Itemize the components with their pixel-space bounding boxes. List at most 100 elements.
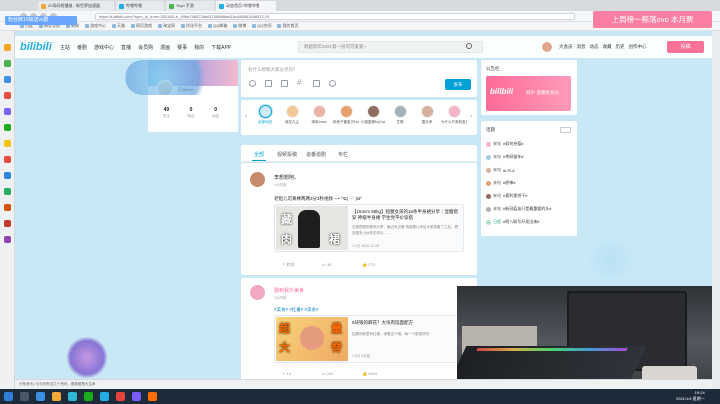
search-icon[interactable] (466, 43, 472, 49)
post-topics[interactable]: #美食# #红薯# #美食# (274, 307, 319, 313)
topic-item[interactable]: 来电 #奥利奥饼干# (486, 193, 527, 199)
emoji-icon[interactable] (249, 80, 256, 87)
bilibili-icon[interactable] (100, 392, 109, 401)
nav-item[interactable]: 游戏中心 (94, 44, 114, 51)
app-icon[interactable] (4, 220, 11, 227)
bilibili-logo[interactable]: bilibili (20, 40, 58, 54)
user-nav-item[interactable]: 消息 (577, 44, 586, 50)
nav-item[interactable]: 我的 (194, 44, 204, 51)
profile-stat[interactable]: 0 粉丝 (187, 107, 194, 119)
like-button[interactable]: 👍 4843 (362, 371, 402, 376)
favorites-icon[interactable] (4, 44, 11, 51)
up-item[interactable]: 小猫爱捕MyCat (360, 105, 386, 125)
browser-tab-active[interactable]: 动态首页-哔哩哔哩 (216, 1, 276, 11)
vote-icon[interactable] (281, 80, 288, 87)
app-icon[interactable] (116, 392, 125, 401)
tab-all[interactable]: 全部 (254, 151, 264, 158)
chevron-right-icon[interactable]: › (470, 114, 472, 120)
app-icon[interactable] (132, 392, 141, 401)
search-icon[interactable] (20, 392, 29, 401)
bookmark-item[interactable]: 淘宝网 (158, 23, 175, 29)
video-thumbnail[interactable]: 超 大 量 脊 (276, 317, 348, 361)
share-button[interactable]: ⇪ 转发 (282, 262, 322, 268)
profile-stat[interactable]: 49 关注 (163, 107, 170, 119)
up-item[interactable]: 芷像 (387, 105, 413, 125)
image-icon[interactable] (265, 80, 272, 87)
tab-video[interactable]: 视频投稿 (277, 151, 297, 158)
topic-item[interactable]: 来电 #新冠疫苗只是最重要的头# (486, 206, 551, 212)
app-icon[interactable] (36, 392, 45, 401)
app-icon[interactable] (4, 156, 11, 163)
bookmark-item[interactable]: QQ邮箱 (208, 23, 227, 29)
share-button[interactable]: ⇪ 14 (282, 371, 322, 376)
up-item[interactable]: 唐天承 (414, 105, 440, 125)
nav-item[interactable]: 番剧 (77, 44, 87, 51)
topic-item[interactable]: 来电 #如何充值# (486, 141, 523, 147)
taskbar-clock[interactable]: 19:24 2021/1/4 星期一 (676, 390, 705, 402)
bookmark-item[interactable]: 游戏中心 (85, 23, 106, 29)
bookmark-item[interactable]: 天猫 (112, 23, 125, 29)
up-item[interactable]: 清风ihans (306, 105, 332, 125)
app-icon[interactable] (148, 392, 157, 401)
browser-tab[interactable]: 20场同框播放 - 新世界加速器 (38, 1, 114, 11)
nav-item[interactable]: 会员购 (138, 44, 153, 51)
notice-banner[interactable]: bilibili 城岁·直播星会员 (486, 76, 571, 111)
video-title[interactable]: 【164cm 58kg】短腿女孩的16条半身裙分享｜显瘦搭穿 神级半身裙 学生党… (352, 209, 460, 221)
user-nav-item[interactable]: 大会员 (559, 44, 573, 50)
nav-item[interactable]: 漫画 (160, 44, 170, 51)
user-nav-item[interactable]: 历史 (616, 44, 625, 50)
wechat-icon[interactable] (84, 392, 93, 401)
video-thumbnail[interactable]: 藏 肉 裙 (276, 206, 348, 250)
clock-icon[interactable] (329, 80, 336, 87)
browser-icon[interactable] (68, 392, 77, 401)
bookmark-item[interactable]: 优化平台 (181, 23, 202, 29)
up-item[interactable]: 为什么只有粉宝宝的 (441, 105, 467, 125)
page-scrollbar[interactable] (712, 31, 720, 389)
wechat-icon[interactable] (4, 124, 11, 131)
video-title[interactable]: 5块钱的麻花？大块肉馅面配方 (352, 320, 413, 326)
user-avatar[interactable] (541, 41, 553, 53)
comment-button[interactable]: ▭ 38 (322, 262, 362, 268)
topic-item[interactable]: 来电 #考研留年# (486, 154, 523, 160)
up-item[interactable]: 和良子酱宝贝Honey (333, 105, 359, 125)
topic-item[interactable]: 来电 #LPL# (486, 167, 515, 173)
schedule-icon[interactable] (313, 80, 320, 87)
bookmark-item[interactable]: 网页游戏 (131, 23, 152, 29)
nav-item[interactable]: 主站 (60, 44, 70, 51)
bookmark-item[interactable]: QQ空间 (252, 23, 271, 29)
upload-button[interactable]: 投稿 (667, 41, 704, 53)
tab-article[interactable]: 专栏 (338, 151, 348, 158)
post-avatar[interactable] (250, 285, 265, 300)
folder-icon[interactable] (52, 392, 61, 401)
topic-item[interactable]: 已经 #明八联号开发出来# (486, 219, 539, 225)
up-item-all[interactable]: 全部动态 (252, 105, 278, 125)
profile-stat[interactable]: 0 动态 (212, 107, 219, 119)
post-author[interactable]: 李想想阿。 (274, 174, 299, 181)
topic-icon[interactable]: # (297, 78, 301, 87)
app-icon[interactable] (4, 188, 11, 195)
publish-button[interactable]: 发布 (445, 79, 471, 90)
url-input[interactable]: https://t.bilibili.com/?spm_id_from=333.… (95, 13, 575, 20)
user-nav-item[interactable]: 动态 (590, 44, 599, 50)
bookmark-item[interactable]: 微博 (233, 23, 246, 29)
app-icon[interactable] (4, 108, 11, 115)
app-icon[interactable] (4, 236, 11, 243)
app-icon[interactable] (4, 204, 11, 211)
start-icon[interactable] (4, 392, 13, 401)
nav-item[interactable]: 下载APP (211, 44, 231, 51)
post-author[interactable]: 翻到我乐美食 (274, 287, 304, 294)
app-icon[interactable] (4, 76, 11, 83)
refresh-icon[interactable] (560, 127, 571, 133)
app-icon[interactable] (4, 140, 11, 147)
topic-item[interactable]: 来电 #原神# (486, 180, 515, 186)
user-nav-item[interactable]: 创作中心 (629, 44, 647, 50)
composer-input[interactable]: 有什么想和大家分享的？ (248, 67, 298, 73)
comment-button[interactable]: ▭ 182 (322, 371, 362, 376)
app-icon[interactable] (4, 172, 11, 179)
post-avatar[interactable] (250, 172, 265, 187)
up-item[interactable]: 我在凡尘 (279, 105, 305, 125)
app-icon[interactable] (4, 60, 11, 67)
chevron-left-icon[interactable]: ‹ (245, 114, 247, 120)
tab-bangumi[interactable]: 追番追剧 (306, 151, 326, 158)
nav-item[interactable]: 赛事 (177, 44, 187, 51)
